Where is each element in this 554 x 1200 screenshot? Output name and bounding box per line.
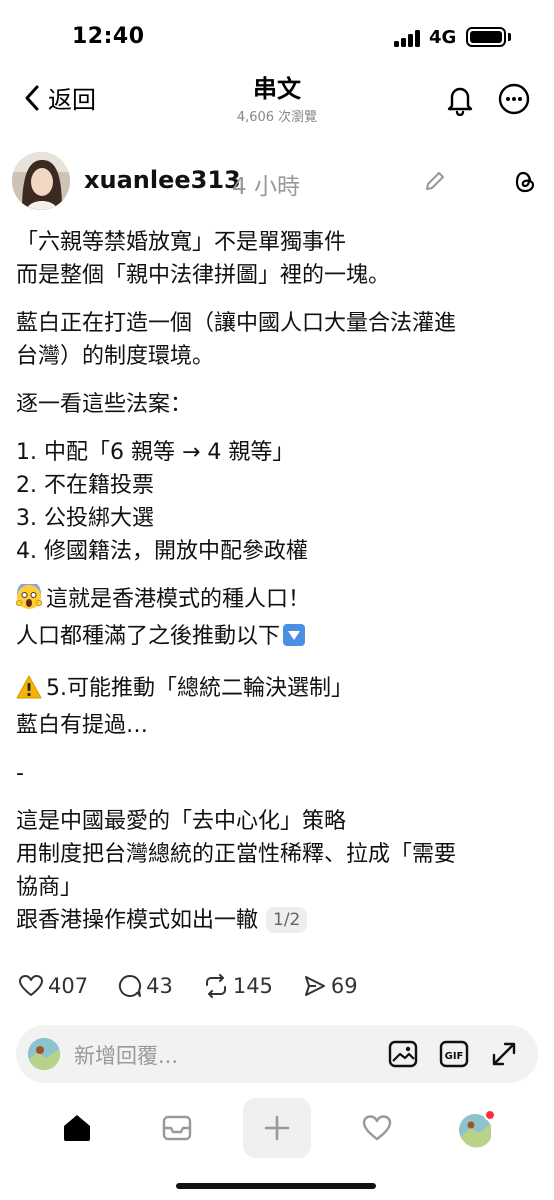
- comment-count: 43: [146, 974, 173, 998]
- post-line: 台灣）的制度環境。: [16, 344, 215, 369]
- chevron-left-icon: [25, 85, 39, 110]
- bottom-nav: [0, 1098, 554, 1162]
- paragraph: 1. 中配「6 親等 → 4 親等」 2. 不在籍投票 3. 公投綁大選 4. …: [16, 436, 540, 568]
- paragraph: 這就是香港模式的種人口！ 人口都種滿了之後推動以下: [15, 581, 540, 657]
- author-avatar[interactable]: [12, 152, 70, 210]
- home-indicator: [176, 1183, 376, 1189]
- post-line: 人口都種滿了之後推動以下: [16, 624, 281, 649]
- comment-button[interactable]: 43: [118, 974, 173, 998]
- threads-logo-icon[interactable]: [514, 170, 536, 198]
- image-icon[interactable]: [388, 1040, 418, 1072]
- back-button[interactable]: 返回: [22, 80, 96, 115]
- reply-input[interactable]: 新增回覆...: [74, 1040, 178, 1070]
- status-time: 12:40: [72, 24, 145, 49]
- post-line: 這就是香港模式的種人口！: [46, 587, 311, 612]
- post-line: 4. 修國籍法，開放中配參政權: [16, 539, 308, 564]
- nav-activity[interactable]: [343, 1098, 411, 1158]
- post-line: 而是整個「親中法律拼圖」裡的一塊。: [16, 263, 391, 288]
- signal-icon: [394, 29, 424, 47]
- post-line: 協商」: [16, 875, 83, 900]
- comment-icon: [119, 974, 142, 997]
- profile-avatar-icon: [459, 1109, 496, 1148]
- repost-icon: [205, 974, 226, 998]
- post-line: 用制度把台灣總統的正當性稀釋、拉成「需要: [16, 842, 457, 867]
- nav-profile[interactable]: [443, 1098, 511, 1158]
- paragraph: 逐一看這些法案：: [16, 388, 540, 421]
- plus-icon: [264, 1115, 290, 1141]
- user-avatar: [28, 1038, 60, 1070]
- post-line: 3. 公投綁大選: [16, 506, 154, 531]
- top-header: 串文 4,606 次瀏覽 返回: [0, 74, 554, 138]
- network-label: 4G: [429, 27, 457, 48]
- send-icon: [304, 976, 325, 996]
- repost-count: 145: [232, 974, 273, 998]
- nav-inbox[interactable]: [143, 1098, 211, 1158]
- paragraph: -: [16, 757, 540, 790]
- like-count: 407: [48, 974, 89, 998]
- status-bar: 12:40 4G: [0, 0, 554, 74]
- post-line: 逐一看這些法案：: [16, 392, 193, 417]
- post-line-wrap: 5.可能推動「總統二輪決選制」: [16, 672, 540, 709]
- share-button[interactable]: 69: [303, 974, 358, 998]
- paragraph: 藍白正在打造一個（讓中國人口大量合法灌進 台灣）的制度環境。: [16, 307, 540, 373]
- inbox-icon: [162, 1115, 192, 1141]
- post-line-wrap: 這就是香港模式的種人口！: [15, 581, 540, 620]
- back-label: 返回: [48, 86, 96, 114]
- post-line: 5.可能推動「總統二輪決選制」: [46, 676, 353, 701]
- post-actions: 407 43 145 69: [18, 974, 388, 998]
- share-count: 69: [330, 974, 358, 998]
- warning-icon: [16, 675, 42, 709]
- expand-icon[interactable]: [490, 1040, 518, 1072]
- post-line: 2. 不在籍投票: [16, 473, 154, 498]
- like-button[interactable]: 407: [18, 974, 88, 998]
- post-line: 「六親等禁婚放寬」不是單獨事件: [16, 230, 347, 255]
- battery-icon: [466, 27, 506, 47]
- down-arrow-button-icon: [282, 623, 306, 657]
- post-line: 1. 中配「6 親等 → 4 親等」: [16, 440, 295, 465]
- post-line-wrap: 跟香港操作模式如出一轍 1/2: [16, 904, 540, 937]
- post-line: -: [16, 761, 24, 786]
- home-icon: [64, 1115, 90, 1141]
- edit-icon[interactable]: [424, 170, 446, 196]
- gif-icon[interactable]: GIF: [439, 1040, 469, 1072]
- post-line-wrap: 人口都種滿了之後推動以下: [16, 620, 540, 657]
- reply-bar: 新增回覆... GIF: [16, 1025, 538, 1083]
- paragraph: 5.可能推動「總統二輪決選制」 藍白有提過…: [16, 672, 540, 742]
- author-username[interactable]: xuanlee313: [84, 166, 241, 194]
- gif-label: GIF: [445, 1051, 464, 1062]
- heart-icon: [362, 1115, 392, 1141]
- heart-icon: [19, 975, 43, 996]
- post-line: 藍白正在打造一個（讓中國人口大量合法灌進: [16, 311, 457, 336]
- post-time: 4 小時: [232, 174, 300, 200]
- page-indicator-badge: 1/2: [266, 907, 308, 933]
- more-options-icon[interactable]: [497, 82, 531, 120]
- paragraph: 「六親等禁婚放寬」不是單獨事件 而是整個「親中法律拼圖」裡的一塊。: [16, 226, 540, 292]
- post-line: 這是中國最愛的「去中心化」策略: [16, 809, 347, 834]
- battery-tip: [508, 33, 511, 41]
- paragraph: 這是中國最愛的「去中心化」策略 用制度把台灣總統的正當性稀釋、拉成「需要 協商」…: [16, 805, 540, 937]
- bell-icon[interactable]: [444, 82, 476, 120]
- nav-home[interactable]: [43, 1098, 111, 1158]
- post-line: 藍白有提過…: [16, 713, 149, 738]
- post-line: 跟香港操作模式如出一轍: [16, 908, 259, 933]
- post-body: 「六親等禁婚放寬」不是單獨事件 而是整個「親中法律拼圖」裡的一塊。 藍白正在打造…: [15, 226, 540, 937]
- nav-compose[interactable]: [243, 1098, 311, 1158]
- repost-button[interactable]: 145: [203, 974, 273, 998]
- screaming-face-icon: [15, 581, 43, 620]
